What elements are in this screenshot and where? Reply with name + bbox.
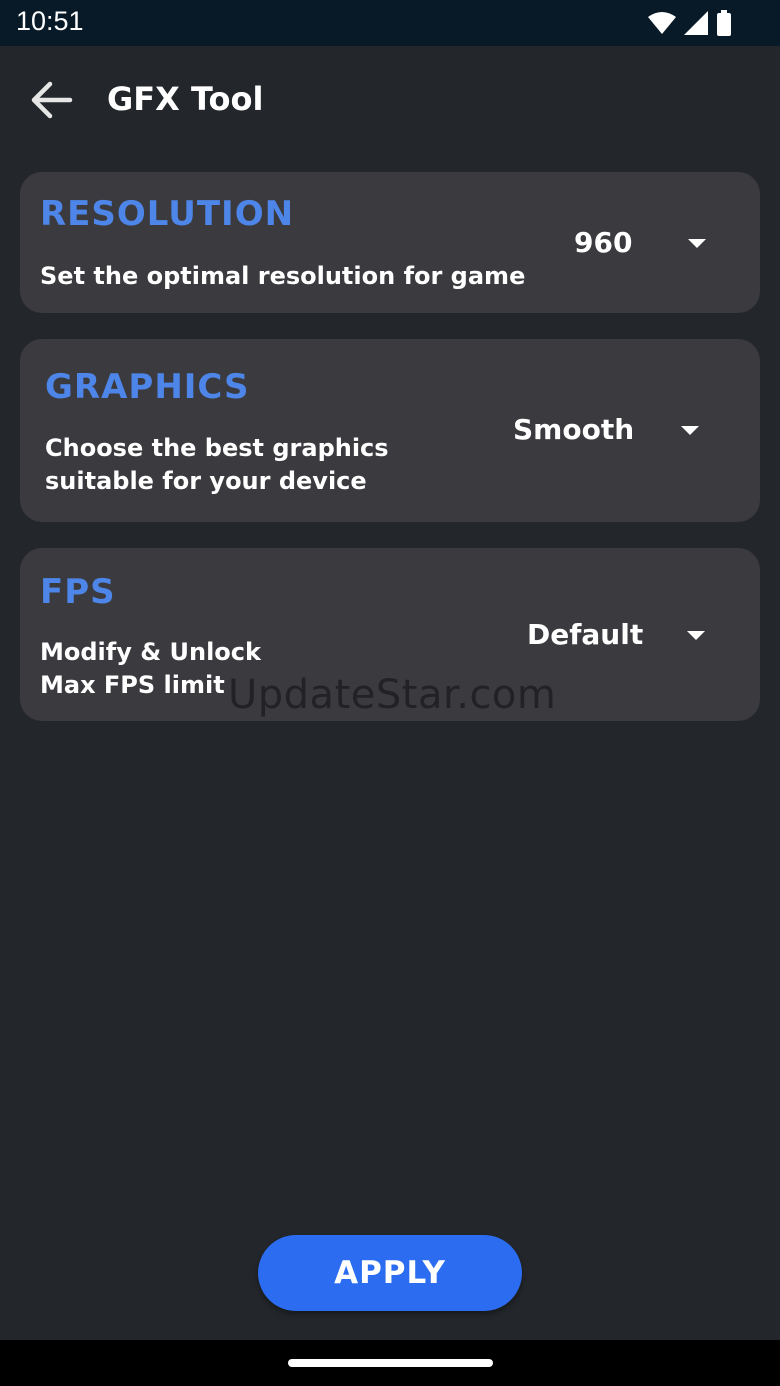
signal-icon [684,11,708,35]
app-bar: GFX Tool [0,46,780,156]
graphics-title: GRAPHICS [45,367,250,407]
fps-value: Default [527,618,644,651]
status-icons [648,9,732,37]
status-time: 10:51 [16,6,84,36]
resolution-value: 960 [574,226,633,259]
graphics-value: Smooth [513,413,635,446]
graphics-dropdown[interactable]: Smooth [500,409,720,453]
navigation-bar [0,1340,780,1386]
fps-dropdown[interactable]: Default [510,614,720,658]
caret-down-icon [681,426,699,435]
wifi-icon [648,12,676,34]
graphics-description-line-2: suitable for your device [45,467,367,495]
fps-title: FPS [40,572,116,612]
resolution-description: Set the optimal resolution for game [40,262,526,290]
page-title: GFX Tool [107,80,264,118]
resolution-title: RESOLUTION [40,194,295,234]
status-bar: 10:51 [0,0,780,46]
apply-button[interactable]: APPLY [258,1235,522,1311]
resolution-dropdown[interactable]: 960 [560,222,720,266]
fps-description-line-2: Max FPS limit [40,671,225,699]
arrow-left-icon[interactable] [28,78,78,122]
caret-down-icon [687,631,705,640]
fps-description-line-1: Modify & Unlock [40,638,261,666]
battery-icon [717,10,731,36]
home-gesture-handle[interactable] [288,1359,493,1367]
watermark: UpdateStar.com [228,672,557,718]
graphics-description-line-1: Choose the best graphics [45,434,389,462]
caret-down-icon [688,239,706,248]
resolution-card[interactable]: RESOLUTION Set the optimal resolution fo… [20,172,760,313]
graphics-card[interactable]: GRAPHICS Choose the best graphics suitab… [20,339,760,522]
